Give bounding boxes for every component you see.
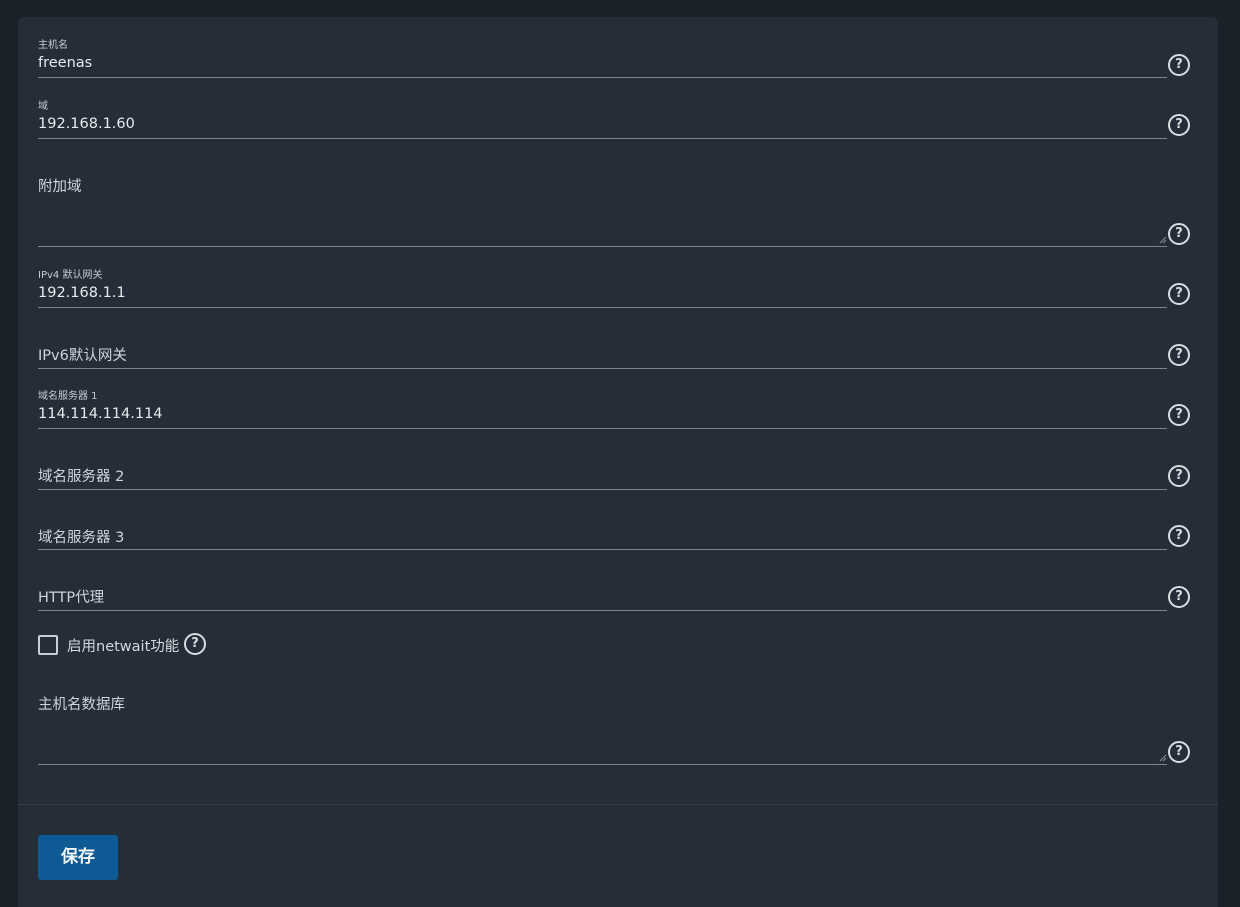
nameserver3-help-icon[interactable]: ? <box>1168 525 1190 547</box>
nameserver3-field[interactable]: 域名服务器 3 <box>38 526 1167 552</box>
resize-handle-icon[interactable] <box>1159 236 1167 244</box>
netwait-help-icon[interactable]: ? <box>184 633 206 655</box>
hostname-database-label: 主机名数据库 <box>38 697 125 713</box>
hostname-value[interactable]: freenas <box>38 55 92 71</box>
http-proxy-label: HTTP代理 <box>38 590 105 606</box>
hostname-database-underline <box>38 764 1167 765</box>
domain-underline <box>38 138 1167 139</box>
domain-help-icon[interactable]: ? <box>1168 114 1190 136</box>
netwait-checkbox[interactable] <box>38 635 58 655</box>
additional-domains-underline <box>38 246 1167 247</box>
save-button[interactable]: 保存 <box>38 835 118 880</box>
ipv4-gateway-underline <box>38 307 1167 308</box>
additional-domains-label: 附加域 <box>38 179 82 195</box>
hostname-help-icon[interactable]: ? <box>1168 54 1190 76</box>
ipv4-gateway-help-icon[interactable]: ? <box>1168 283 1190 305</box>
hostname-database-textarea[interactable]: 主机名数据库 <box>38 693 1167 766</box>
nameserver2-underline <box>38 489 1167 490</box>
nameserver1-label: 域名服务器 1 <box>38 391 98 402</box>
ipv6-gateway-label: IPv6默认网关 <box>38 348 127 364</box>
http-proxy-help-icon[interactable]: ? <box>1168 586 1190 608</box>
ipv4-gateway-value[interactable]: 192.168.1.1 <box>38 285 126 301</box>
nameserver1-underline <box>38 428 1167 429</box>
hostname-field[interactable]: 主机名 freenas <box>38 35 1167 79</box>
hostname-underline <box>38 77 1167 78</box>
domain-value[interactable]: 192.168.1.60 <box>38 116 135 132</box>
netwait-checkbox-label[interactable]: 启用netwait功能 <box>67 635 179 656</box>
nameserver2-help-icon[interactable]: ? <box>1168 465 1190 487</box>
nameserver1-field[interactable]: 域名服务器 1 114.114.114.114 <box>38 386 1167 430</box>
resize-handle-icon[interactable] <box>1159 754 1167 762</box>
ipv6-gateway-help-icon[interactable]: ? <box>1168 344 1190 366</box>
nameserver2-label: 域名服务器 2 <box>38 469 125 485</box>
actions-divider <box>18 804 1218 805</box>
additional-domains-help-icon[interactable]: ? <box>1168 223 1190 245</box>
nameserver2-field[interactable]: 域名服务器 2 <box>38 465 1167 491</box>
hostname-label: 主机名 <box>38 40 68 51</box>
ipv6-gateway-underline <box>38 368 1167 369</box>
http-proxy-underline <box>38 610 1167 611</box>
additional-domains-textarea[interactable]: 附加域 <box>38 175 1167 248</box>
ipv6-gateway-field[interactable]: IPv6默认网关 <box>38 344 1167 370</box>
domain-field[interactable]: 域 192.168.1.60 <box>38 96 1167 140</box>
domain-label: 域 <box>38 101 48 112</box>
ipv4-gateway-field[interactable]: IPv4 默认网关 192.168.1.1 <box>38 265 1167 309</box>
http-proxy-field[interactable]: HTTP代理 <box>38 586 1167 612</box>
nameserver1-help-icon[interactable]: ? <box>1168 404 1190 426</box>
ipv4-gateway-label: IPv4 默认网关 <box>38 270 103 281</box>
nameserver3-label: 域名服务器 3 <box>38 530 125 546</box>
network-settings-card: 主机名 freenas ? 域 192.168.1.60 ? 附加域 ? IPv… <box>18 17 1218 907</box>
hostname-database-help-icon[interactable]: ? <box>1168 741 1190 763</box>
nameserver1-value[interactable]: 114.114.114.114 <box>38 406 163 422</box>
nameserver3-underline <box>38 549 1167 550</box>
